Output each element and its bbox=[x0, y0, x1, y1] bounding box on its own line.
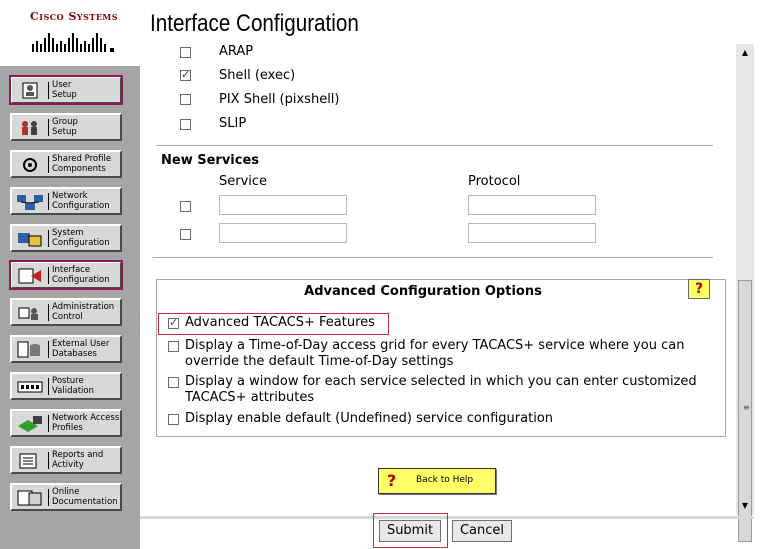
nav-button-admin-control[interactable]: Administration Control bbox=[10, 298, 122, 326]
new-services-heading: New Services bbox=[161, 153, 260, 168]
admin-control-icon bbox=[18, 307, 38, 320]
interface-config-icon bbox=[18, 268, 41, 284]
section-bottom-border bbox=[153, 257, 713, 258]
divider bbox=[156, 145, 713, 146]
service-column-header: Service bbox=[219, 174, 268, 189]
advanced-tacacs-checkbox[interactable] bbox=[168, 316, 179, 329]
nav-label: Network Configuration bbox=[52, 191, 110, 211]
nav-separator bbox=[48, 341, 49, 358]
new-protocol-input[interactable] bbox=[468, 195, 596, 215]
nap-icon bbox=[18, 416, 42, 432]
nav-button-external-db[interactable]: External User Databases bbox=[10, 335, 122, 363]
cisco-bars-icon bbox=[32, 33, 114, 52]
nav-separator bbox=[48, 489, 49, 506]
nav-label: User Setup bbox=[52, 80, 77, 100]
nav-button-interface-config[interactable]: Interface Configuration bbox=[9, 260, 123, 290]
back-to-help-button[interactable]: ? Back to Help bbox=[378, 468, 496, 494]
service-checkbox-slip[interactable] bbox=[180, 119, 191, 130]
system-config-icon bbox=[18, 233, 42, 247]
nav-label: External User Databases bbox=[52, 339, 110, 359]
service-label-slip: SLIP bbox=[219, 116, 247, 131]
service-label-arap: ARAP bbox=[219, 44, 254, 59]
nav-button-system-config[interactable]: System Configuration bbox=[10, 224, 122, 252]
advanced-tacacs-label: Advanced TACACS+ Features bbox=[185, 315, 375, 330]
new-service-input[interactable] bbox=[219, 223, 347, 243]
nav-button-shared-profile[interactable]: Shared Profile Components bbox=[10, 150, 122, 178]
nav-button-network-config[interactable]: Network Configuration bbox=[10, 187, 122, 215]
posture-icon bbox=[17, 381, 43, 393]
external-db-icon bbox=[17, 341, 40, 358]
nav-separator bbox=[48, 230, 49, 247]
main-content-frame: ARAP Shell (exec) PIX Shell (pixshell) S… bbox=[140, 44, 736, 515]
service-checkbox-arap[interactable] bbox=[180, 47, 191, 58]
brand-name: Cisco Systems bbox=[30, 10, 119, 23]
user-setup-icon bbox=[22, 82, 38, 99]
nav-label: Network Access Profiles bbox=[52, 413, 120, 433]
nav-label: Group Setup bbox=[52, 117, 78, 137]
nav-separator bbox=[48, 156, 49, 173]
nav-label: Reports and Activity bbox=[52, 450, 104, 470]
help-icon: ? bbox=[387, 471, 397, 490]
nav-separator bbox=[48, 267, 49, 284]
protocol-column-header: Protocol bbox=[468, 174, 521, 189]
service-label-shell: Shell (exec) bbox=[219, 68, 296, 83]
vertical-scrollbar[interactable]: ▲ ≡ ▼ bbox=[736, 44, 754, 542]
scroll-down-icon[interactable]: ▼ bbox=[736, 497, 754, 515]
service-checkbox-shell[interactable] bbox=[180, 68, 191, 81]
nav-button-user-setup[interactable]: User Setup bbox=[9, 75, 123, 105]
enable-default-checkbox[interactable] bbox=[168, 414, 179, 425]
network-config-icon bbox=[17, 195, 43, 210]
shared-profile-icon bbox=[23, 158, 37, 172]
nav-separator bbox=[48, 119, 49, 136]
nav-label: Administration Control bbox=[52, 302, 115, 322]
time-of-day-label: Display a Time-of-Day access grid for ev… bbox=[185, 338, 685, 369]
new-service-input[interactable] bbox=[219, 195, 347, 215]
scroll-up-icon[interactable]: ▲ bbox=[736, 44, 754, 62]
nav-button-group-setup[interactable]: Group Setup bbox=[10, 113, 122, 141]
nav-separator bbox=[48, 378, 49, 395]
cisco-logo: Cisco Systems bbox=[0, 0, 140, 66]
reports-icon bbox=[19, 453, 37, 469]
nav-button-posture[interactable]: Posture Validation bbox=[10, 372, 122, 400]
nav-label: Shared Profile Components bbox=[52, 154, 112, 174]
nav-label: Interface Configuration bbox=[52, 265, 110, 285]
cancel-button[interactable]: Cancel bbox=[452, 520, 512, 542]
new-service-checkbox[interactable] bbox=[180, 229, 191, 240]
nav-separator bbox=[48, 82, 49, 99]
nav-button-nap[interactable]: Network Access Profiles bbox=[10, 409, 122, 437]
group-setup-icon bbox=[22, 121, 37, 135]
advanced-options-title: Advanced Configuration Options bbox=[304, 284, 542, 299]
nav-separator bbox=[48, 193, 49, 210]
new-protocol-input[interactable] bbox=[468, 223, 596, 243]
nav-label: System Configuration bbox=[52, 228, 110, 248]
nav-label: Online Documentation bbox=[52, 487, 118, 507]
page-title: Interface Configuration bbox=[150, 10, 359, 37]
custom-attributes-label: Display a window for each service select… bbox=[185, 374, 697, 405]
service-label-pixshell: PIX Shell (pixshell) bbox=[219, 92, 340, 107]
nav-separator bbox=[48, 304, 49, 321]
back-to-help-label: Back to Help bbox=[416, 475, 474, 485]
grip-icon: ≡ bbox=[743, 403, 750, 412]
nav-separator bbox=[48, 452, 49, 469]
nav-separator bbox=[48, 415, 49, 432]
frame-bottom-border bbox=[140, 516, 754, 519]
service-checkbox-pixshell[interactable] bbox=[180, 94, 191, 105]
nav-label: Posture Validation bbox=[52, 376, 94, 396]
help-question-icon[interactable]: ? bbox=[688, 279, 710, 299]
nav-button-docs[interactable]: Online Documentation bbox=[10, 483, 122, 511]
time-of-day-checkbox[interactable] bbox=[168, 341, 179, 352]
new-service-checkbox[interactable] bbox=[180, 201, 191, 212]
nav-button-reports[interactable]: Reports and Activity bbox=[10, 446, 122, 474]
custom-attributes-checkbox[interactable] bbox=[168, 377, 179, 388]
docs-icon bbox=[17, 490, 42, 506]
enable-default-label: Display enable default (Undefined) servi… bbox=[185, 411, 554, 426]
submit-button[interactable]: Submit bbox=[379, 520, 441, 542]
